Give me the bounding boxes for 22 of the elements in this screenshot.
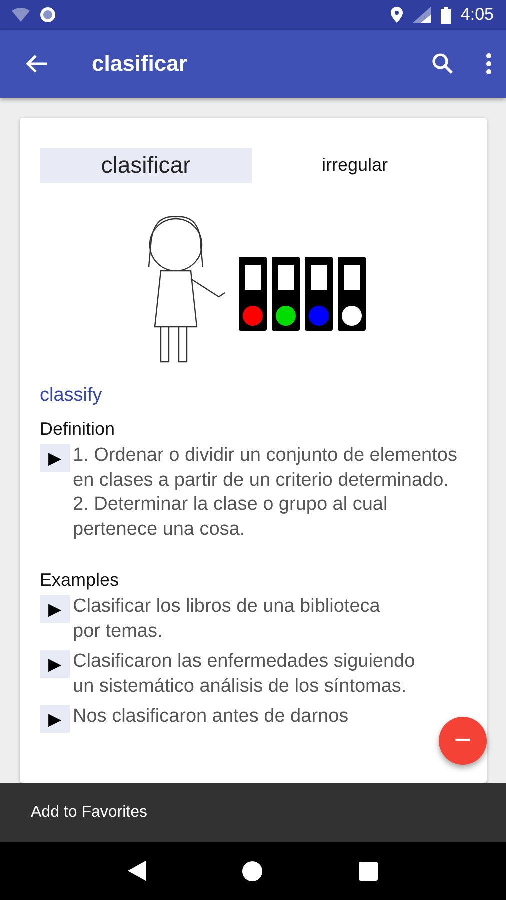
play-marker[interactable]: ▶ — [40, 650, 70, 678]
definition-text: 1. Ordenar o dividir un conjunto de elementos en clases a partir de un criterio determinado. 2. Determinar la clase o grupo al cual pertenece una cosa. — [73, 444, 458, 542]
example-text: Clasificaron las enfermedades siguiendo un sistemático análisis de los síntomas. — [73, 650, 416, 698]
section-heading: Definition — [40, 419, 116, 440]
verb-tag: irregular — [322, 155, 388, 176]
play-marker[interactable]: ▶ — [40, 444, 70, 472]
play-marker[interactable]: ▶ — [40, 705, 70, 733]
circle-icon — [40, 7, 56, 23]
menu-button[interactable] — [486, 53, 492, 75]
signal-icon — [412, 7, 431, 23]
snackbar-message: Add to Favorites — [31, 804, 148, 822]
battery-icon — [440, 6, 451, 24]
location-icon — [390, 7, 403, 23]
headword: clasificar — [40, 148, 252, 183]
status-time: 4:05 — [460, 5, 494, 25]
example-text: Clasificar los libros de una biblioteca por temas. — [73, 595, 380, 644]
section-heading: Examples — [40, 570, 120, 591]
translation: classify — [40, 385, 104, 407]
app-title: clasificar — [92, 51, 188, 77]
example-text: Nos clasificaron antes de darnos — [73, 705, 349, 729]
wifi-icon — [12, 8, 30, 22]
play-marker[interactable]: ▶ — [40, 595, 70, 623]
